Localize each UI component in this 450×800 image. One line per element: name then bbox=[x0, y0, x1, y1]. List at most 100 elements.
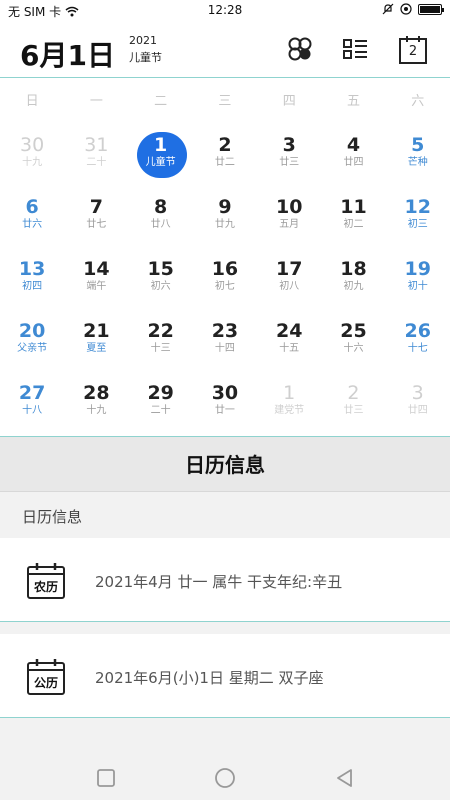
calendar-day-cell[interactable]: 20 父亲节 bbox=[0, 310, 64, 372]
weekday-label: 四 bbox=[282, 94, 296, 109]
calendar-day-cell[interactable]: 30 廿一 bbox=[193, 372, 257, 434]
calendar-day-cell[interactable]: 21 夏至 bbox=[64, 310, 128, 372]
navigation-bar bbox=[0, 756, 450, 800]
calendar-day-cell[interactable]: 2 廿三 bbox=[321, 372, 385, 434]
day-number: 18 bbox=[340, 258, 367, 280]
lunar-day-label: 十九 bbox=[86, 405, 107, 416]
day-number: 24 bbox=[275, 320, 303, 342]
home-icon[interactable] bbox=[213, 766, 237, 790]
calendar-day-cell[interactable]: 1 建党节 bbox=[257, 372, 321, 434]
lunar-day-label: 初八 bbox=[279, 281, 300, 292]
list-view-icon[interactable] bbox=[340, 34, 370, 64]
calendar-week-row: 30 十九 31 二十 1 儿童节 2 廿二 3 廿三 4 廿四 5 芒种 bbox=[0, 124, 450, 186]
calendar-day-cell[interactable]: 2 廿二 bbox=[193, 124, 257, 186]
recent-apps-icon[interactable] bbox=[94, 766, 118, 790]
day-number: 26 bbox=[404, 320, 431, 342]
lunar-day-label: 廿六 bbox=[22, 219, 43, 230]
calendar-day-cell[interactable]: 22 十三 bbox=[129, 310, 193, 372]
day-number: 14 bbox=[83, 258, 110, 280]
calendar-day-cell[interactable]: 16 初七 bbox=[193, 248, 257, 310]
calendar-day-cell[interactable]: 10 五月 bbox=[257, 186, 321, 248]
lunar-day-label: 廿四 bbox=[407, 405, 428, 416]
calendar-day-cell[interactable]: 19 初十 bbox=[386, 248, 450, 310]
calendar-day-cell[interactable]: 17 初八 bbox=[257, 248, 321, 310]
status-bar: 无 SIM 卡 12:28 bbox=[0, 0, 450, 22]
calendar-day-cell[interactable]: 9 廿九 bbox=[193, 186, 257, 248]
lunar-day-label: 初九 bbox=[343, 281, 364, 292]
calendar-day-cell[interactable]: 26 十七 bbox=[386, 310, 450, 372]
today-button[interactable]: 2 bbox=[397, 34, 429, 66]
clover-apps-icon[interactable] bbox=[285, 34, 315, 64]
day-number: 3 bbox=[282, 134, 296, 156]
calendar-day-cell[interactable]: 29 二十 bbox=[129, 372, 193, 434]
lunar-day-label: 五月 bbox=[279, 219, 300, 230]
day-number: 21 bbox=[83, 320, 110, 342]
lunar-info-item[interactable]: 农历 2021年4月 廿一 属牛 干支年纪:辛丑 bbox=[0, 538, 450, 622]
lunar-day-label: 十九 bbox=[22, 157, 43, 168]
calendar-day-cell[interactable]: 12 初三 bbox=[386, 186, 450, 248]
lunar-day-label: 十七 bbox=[407, 343, 428, 354]
calendar-day-cell[interactable]: 3 廿三 bbox=[257, 124, 321, 186]
day-number: 6 bbox=[25, 196, 39, 218]
solar-info-item[interactable]: 公历 2021年6月(小)1日 星期二 双子座 bbox=[0, 634, 450, 718]
calendar-day-cell[interactable]: 24 十五 bbox=[257, 310, 321, 372]
day-number: 11 bbox=[340, 196, 367, 218]
location-icon bbox=[400, 3, 412, 15]
day-number: 3 bbox=[411, 382, 424, 404]
lunar-day-label: 建党节 bbox=[274, 405, 305, 416]
calendar-day-cell[interactable]: 28 十九 bbox=[64, 372, 128, 434]
lunar-day-label: 十四 bbox=[214, 343, 235, 354]
day-number: 10 bbox=[275, 196, 303, 218]
lunar-day-label: 初四 bbox=[22, 281, 43, 292]
calendar-day-cell[interactable]: 18 初九 bbox=[321, 248, 385, 310]
weekday-label: 六 bbox=[411, 94, 425, 109]
bottom-gap bbox=[0, 718, 450, 756]
lunar-day-label: 父亲节 bbox=[17, 343, 48, 354]
calendar-day-cell[interactable]: 27 十八 bbox=[0, 372, 64, 434]
day-number: 2 bbox=[347, 382, 360, 404]
lunar-day-label: 廿三 bbox=[279, 157, 300, 168]
calendar-day-cell[interactable]: 13 初四 bbox=[0, 248, 64, 310]
lunar-day-label: 廿八 bbox=[150, 219, 171, 230]
day-number: 16 bbox=[211, 258, 239, 280]
battery-level bbox=[420, 5, 440, 13]
lunar-day-label: 初二 bbox=[343, 219, 364, 230]
calendar-day-cell[interactable]: 11 初二 bbox=[321, 186, 385, 248]
day-number: 4 bbox=[346, 134, 361, 156]
weekday-label: 二 bbox=[154, 94, 168, 109]
lunar-info-text: 2021年4月 廿一 属牛 干支年纪:辛丑 bbox=[95, 573, 343, 591]
calendar-day-cell[interactable]: 23 十四 bbox=[193, 310, 257, 372]
lunar-day-label: 端午 bbox=[86, 281, 107, 292]
calendar-day-cell[interactable]: 30 十九 bbox=[0, 124, 64, 186]
weekday-label: 三 bbox=[218, 94, 232, 109]
day-number: 17 bbox=[275, 258, 303, 280]
day-number: 5 bbox=[411, 134, 425, 156]
lunar-day-label: 二十 bbox=[150, 405, 171, 416]
calendar-day-cell[interactable]: 4 廿四 bbox=[321, 124, 385, 186]
calendar-grid: 30 十九 31 二十 1 儿童节 2 廿二 3 廿三 4 廿四 5 芒种 6 廿六 7 廿七 8 廿八 9 廿九 10 五月… bbox=[0, 124, 450, 434]
calendar-day-cell[interactable]: 25 十六 bbox=[321, 310, 385, 372]
weekday-label: 一 bbox=[89, 94, 103, 109]
calendar-day-cell[interactable]: 31 二十 bbox=[64, 124, 128, 186]
calendar-day-cell[interactable]: 8 廿八 bbox=[129, 186, 193, 248]
day-number: 15 bbox=[147, 258, 174, 280]
back-icon[interactable] bbox=[333, 766, 357, 790]
day-number: 13 bbox=[18, 258, 46, 280]
calendar-day-cell[interactable]: 5 芒种 bbox=[386, 124, 450, 186]
weekday-row: 日一二三四五六 bbox=[0, 90, 450, 112]
calendar-day-cell[interactable]: 6 廿六 bbox=[0, 186, 64, 248]
calendar-day-cell[interactable]: 3 廿四 bbox=[386, 372, 450, 434]
day-number: 29 bbox=[147, 382, 174, 404]
calendar-day-cell[interactable]: 15 初六 bbox=[129, 248, 193, 310]
calendar-day-cell[interactable]: 1 儿童节 bbox=[129, 124, 193, 186]
lunar-icon-label: 农历 bbox=[33, 580, 58, 594]
calendar-day-cell[interactable]: 14 端午 bbox=[64, 248, 128, 310]
header: 6月1日 2021 儿童节 2 bbox=[0, 22, 450, 78]
calendar-day-cell[interactable]: 7 廿七 bbox=[64, 186, 128, 248]
calendar-week-row: 20 父亲节 21 夏至 22 十三 23 十四 24 十五 25 十六 26 十七 bbox=[0, 310, 450, 372]
info-label-row: 日历信息 bbox=[0, 492, 450, 538]
day-number: 20 bbox=[18, 320, 46, 342]
calendar-info-header: 日历信息 bbox=[0, 436, 450, 492]
divider-gap bbox=[0, 622, 450, 634]
day-number: 1 bbox=[154, 134, 168, 156]
